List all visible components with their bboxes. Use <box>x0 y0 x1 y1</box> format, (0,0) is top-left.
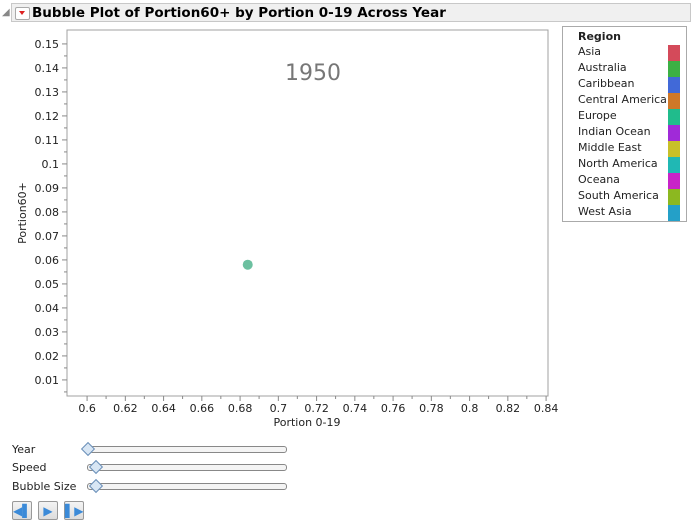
bubble-size-slider[interactable] <box>87 478 287 494</box>
legend-item-label: Asia <box>578 45 602 58</box>
play-icon: ▶ <box>43 504 53 518</box>
x-tick-label: 0.84 <box>534 402 559 415</box>
legend-item-label: Europe <box>578 109 617 122</box>
x-tick-label: 0.6 <box>78 402 96 415</box>
bubble-size-label: Bubble Size <box>12 480 77 493</box>
year-label: Year <box>12 443 36 456</box>
y-tick-label: 0.11 <box>35 134 60 147</box>
legend-item[interactable]: South America <box>578 189 686 205</box>
y-tick-label: 0.02 <box>35 350 60 363</box>
legend: Region Asia Australia Caribbean Central Ame… <box>562 26 687 222</box>
legend-item[interactable]: North America <box>578 157 686 173</box>
legend-item[interactable]: Australia <box>578 61 686 77</box>
legend-item-label: Australia <box>578 61 627 74</box>
legend-swatch <box>668 77 680 93</box>
play-button[interactable]: ▶ <box>38 501 58 520</box>
legend-item[interactable]: West Asia <box>578 205 686 221</box>
legend-item[interactable]: Indian Ocean <box>578 125 686 141</box>
legend-swatch <box>668 157 680 173</box>
step-back-button[interactable]: ◀▌ <box>12 501 32 520</box>
speed-label: Speed <box>12 461 47 474</box>
year-slider[interactable] <box>80 441 287 457</box>
legend-swatch <box>668 141 680 157</box>
bubble-europe[interactable] <box>242 259 253 270</box>
x-tick-label: 0.74 <box>343 402 368 415</box>
legend-swatch <box>668 45 680 61</box>
legend-item-label: Oceana <box>578 173 620 186</box>
y-tick-label: 0.03 <box>35 326 60 339</box>
y-tick-label: 0.14 <box>35 62 60 75</box>
legend-item[interactable]: Asia <box>578 45 686 61</box>
x-tick-label: 0.68 <box>228 402 253 415</box>
y-tick-label: 0.1 <box>42 158 60 171</box>
y-tick-label: 0.15 <box>35 38 60 51</box>
y-tick-label: 0.06 <box>35 254 60 267</box>
legend-swatch <box>668 109 680 125</box>
legend-title: Region <box>578 30 621 43</box>
legend-swatch <box>668 173 680 189</box>
x-axis-label: Portion 0-19 <box>273 416 340 429</box>
step-forward-icon: ▌▶ <box>65 504 84 518</box>
y-tick-label: 0.13 <box>35 86 60 99</box>
legend-item-label: Middle East <box>578 141 642 154</box>
y-tick-label: 0.05 <box>35 278 60 291</box>
y-axis-label: Portion60+ <box>16 182 29 244</box>
legend-item[interactable]: Central America <box>578 93 686 109</box>
legend-item-label: South America <box>578 189 659 202</box>
x-tick-label: 0.64 <box>151 402 176 415</box>
legend-item-label: West Asia <box>578 205 632 218</box>
x-tick-label: 0.62 <box>113 402 138 415</box>
step-back-icon: ◀▌ <box>13 504 32 518</box>
legend-item[interactable]: Europe <box>578 109 686 125</box>
step-forward-button[interactable]: ▌▶ <box>64 501 84 520</box>
x-tick-label: 0.8 <box>461 402 479 415</box>
y-tick-label: 0.07 <box>35 230 60 243</box>
legend-swatch <box>668 205 680 221</box>
legend-item-label: North America <box>578 157 658 170</box>
speed-slider[interactable] <box>87 459 287 475</box>
legend-item[interactable]: Middle East <box>578 141 686 157</box>
legend-swatch <box>668 125 680 141</box>
y-tick-label: 0.04 <box>35 302 60 315</box>
legend-item-label: Central America <box>578 93 667 106</box>
legend-item[interactable]: Caribbean <box>578 77 686 93</box>
legend-swatch <box>668 61 680 77</box>
y-tick-label: 0.08 <box>35 206 60 219</box>
legend-item-label: Caribbean <box>578 77 635 90</box>
legend-item[interactable]: Oceana <box>578 173 686 189</box>
legend-item-label: Indian Ocean <box>578 125 651 138</box>
x-tick-label: 0.78 <box>419 402 444 415</box>
y-tick-label: 0.01 <box>35 374 60 387</box>
x-tick-label: 0.76 <box>381 402 406 415</box>
y-tick-label: 0.12 <box>35 110 60 123</box>
x-tick-label: 0.82 <box>496 402 521 415</box>
legend-swatch <box>668 189 680 205</box>
y-tick-label: 0.09 <box>35 182 60 195</box>
legend-swatch <box>668 93 680 109</box>
x-tick-label: 0.7 <box>270 402 288 415</box>
year-annotation: 1950 <box>285 61 341 86</box>
x-tick-label: 0.72 <box>304 402 329 415</box>
x-tick-label: 0.66 <box>190 402 215 415</box>
